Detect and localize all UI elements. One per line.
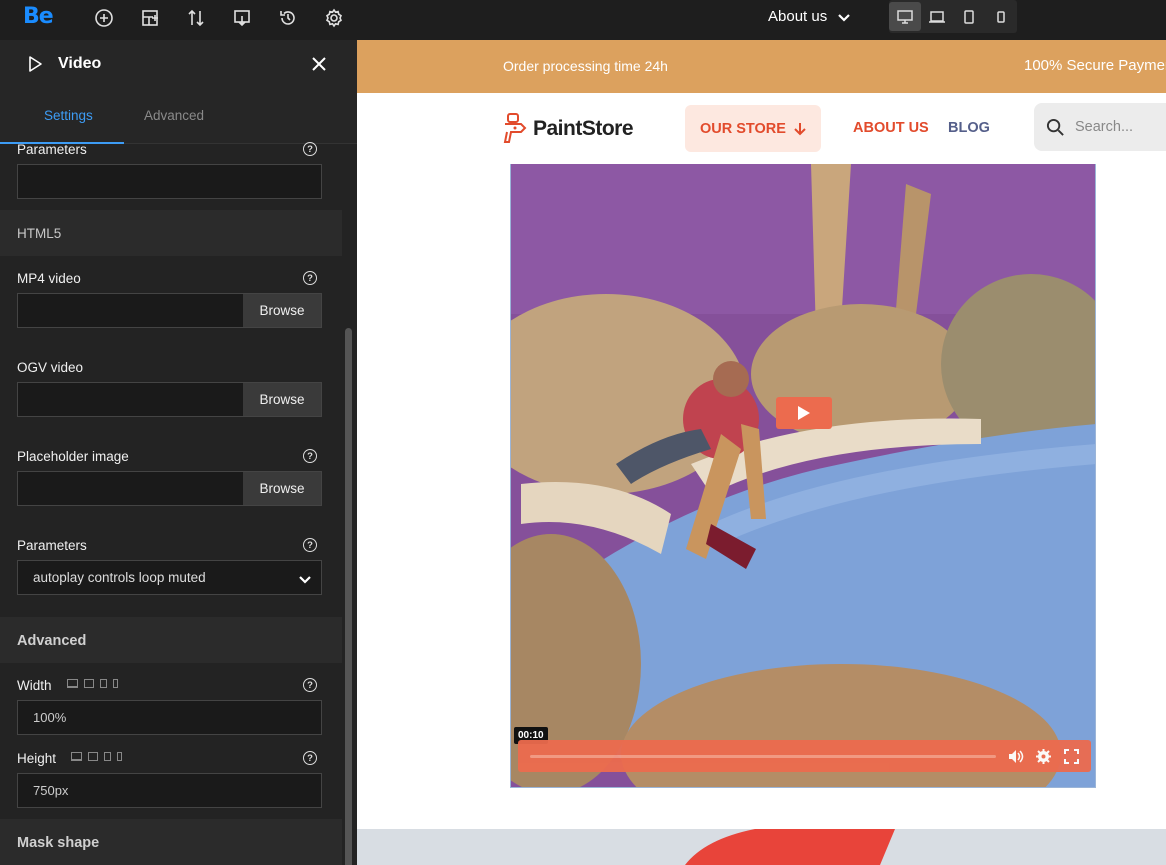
- width-responsive-icons[interactable]: [67, 679, 118, 688]
- mobile-icon[interactable]: [113, 679, 118, 688]
- tab-settings[interactable]: Settings: [44, 108, 93, 123]
- help-icon[interactable]: ?: [303, 678, 317, 692]
- export-icon[interactable]: [231, 7, 253, 29]
- ogv-input[interactable]: [17, 382, 244, 417]
- video-play-button[interactable]: [776, 397, 832, 429]
- tablet-icon[interactable]: [104, 752, 111, 761]
- laptop-icon[interactable]: [921, 2, 953, 31]
- video-controls: [518, 740, 1091, 772]
- height-input[interactable]: 750px: [17, 773, 322, 808]
- section-mask-shape: Mask shape: [0, 819, 342, 865]
- help-icon[interactable]: ?: [303, 751, 317, 765]
- settings-icon[interactable]: [323, 7, 345, 29]
- brand-name: PaintStore: [533, 117, 634, 140]
- promo-bar: Order processing time 24h 100% Secure Pa…: [357, 40, 1166, 93]
- element-settings-sidebar: Video Settings Advanced Parameters ? HTM…: [0, 40, 357, 865]
- app-logo[interactable]: Be: [23, 4, 54, 29]
- desktop-icon[interactable]: [71, 752, 82, 761]
- height-responsive-icons[interactable]: [71, 752, 122, 761]
- layout-icon[interactable]: [139, 7, 161, 29]
- mobile-icon[interactable]: [117, 752, 122, 761]
- ogv-browse-button[interactable]: Browse: [243, 382, 322, 417]
- paint-gun-icon: [503, 113, 527, 143]
- promo-message: 100% Secure Payment: [1024, 57, 1166, 74]
- sidebar-tabs: Settings Advanced: [0, 88, 357, 144]
- help-icon[interactable]: ?: [303, 538, 317, 552]
- tablet-icon[interactable]: [953, 2, 985, 31]
- close-icon[interactable]: [310, 55, 328, 73]
- volume-icon[interactable]: [1007, 748, 1024, 765]
- width-input[interactable]: 100%: [17, 700, 322, 735]
- decorative-shape: [685, 829, 895, 865]
- video-player[interactable]: 00:10: [510, 164, 1096, 788]
- history-icon[interactable]: [277, 7, 299, 29]
- parameters-select[interactable]: autoplay controls loop muted: [17, 560, 322, 595]
- brand-logo[interactable]: PaintStore: [503, 112, 634, 146]
- placeholder-image-label: Placeholder image: [17, 449, 129, 464]
- fullscreen-icon[interactable]: [1063, 748, 1080, 765]
- section-advanced: Advanced: [0, 617, 342, 663]
- device-switcher: [889, 0, 1017, 33]
- our-store-label: OUR STORE: [700, 120, 786, 137]
- placeholder-image-input[interactable]: [17, 471, 244, 506]
- search-icon: [1046, 118, 1064, 136]
- mp4-label: MP4 video: [17, 271, 81, 286]
- ogv-label: OGV video: [17, 360, 84, 375]
- search-box[interactable]: Search...: [1034, 103, 1166, 151]
- arrow-down-icon: [794, 122, 806, 135]
- play-icon: [798, 406, 810, 420]
- sidebar-title: Video: [58, 55, 102, 72]
- help-icon[interactable]: ?: [303, 449, 317, 463]
- gear-icon[interactable]: [1035, 748, 1052, 765]
- width-label: Width: [17, 678, 52, 693]
- add-icon[interactable]: [93, 7, 115, 29]
- sidebar-header: Video: [0, 40, 357, 88]
- parameters-top-label: Parameters: [17, 142, 87, 157]
- laptop-icon[interactable]: [84, 679, 94, 688]
- page-selector[interactable]: About us: [768, 8, 851, 25]
- mobile-icon[interactable]: [985, 2, 1017, 31]
- height-label: Height: [17, 751, 57, 766]
- page-selector-label: About us: [768, 8, 828, 25]
- sidebar-scrollbar[interactable]: [345, 328, 352, 865]
- video-progress-track[interactable]: [530, 755, 996, 758]
- sort-icon[interactable]: [185, 7, 207, 29]
- laptop-icon[interactable]: [88, 752, 98, 761]
- chevron-down-icon: [838, 13, 850, 22]
- video-frame-image: [511, 164, 1095, 787]
- tablet-icon[interactable]: [100, 679, 107, 688]
- mp4-input[interactable]: [17, 293, 244, 328]
- parameters-select-value: autoplay controls loop muted: [33, 570, 206, 585]
- help-icon[interactable]: ?: [303, 271, 317, 285]
- our-store-button[interactable]: OUR STORE: [685, 105, 821, 152]
- parameters-top-input[interactable]: [17, 164, 322, 199]
- promo-message: Order processing time 24h: [503, 58, 668, 74]
- placeholder-browse-button[interactable]: Browse: [243, 471, 322, 506]
- site-preview: Order processing time 24h 100% Secure Pa…: [357, 40, 1166, 865]
- video-play-icon: [29, 56, 42, 72]
- desktop-icon[interactable]: [67, 679, 78, 688]
- nav-blog[interactable]: BLOG: [948, 120, 990, 136]
- parameters-label: Parameters: [17, 538, 87, 553]
- desktop-icon[interactable]: [889, 2, 921, 31]
- search-placeholder: Search...: [1075, 119, 1134, 135]
- tab-advanced[interactable]: Advanced: [144, 108, 204, 123]
- help-icon[interactable]: ?: [303, 142, 317, 156]
- top-toolbar: Be About us: [0, 0, 1166, 40]
- mp4-browse-button[interactable]: Browse: [243, 293, 322, 328]
- nav-about-us[interactable]: ABOUT US: [853, 120, 929, 136]
- chevron-down-icon: [299, 576, 311, 584]
- section-html5: HTML5: [0, 210, 342, 256]
